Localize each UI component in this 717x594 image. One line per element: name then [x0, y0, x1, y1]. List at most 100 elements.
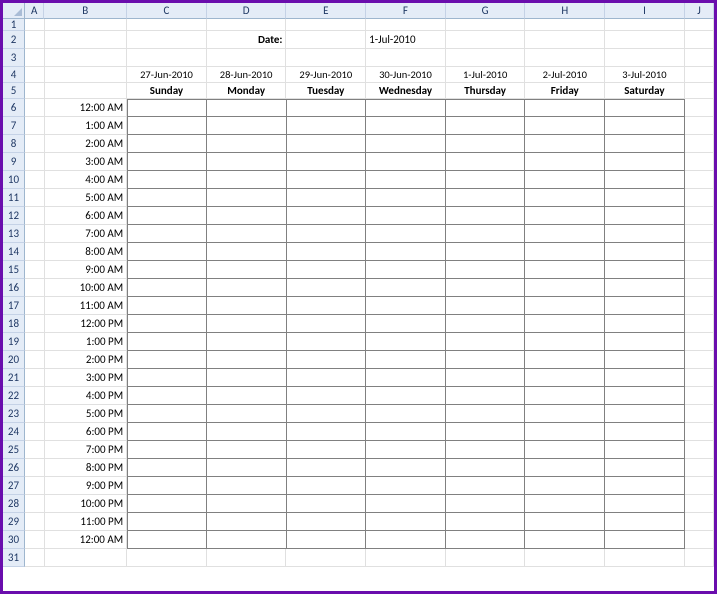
cell-F14[interactable] — [366, 243, 446, 261]
cell-C13[interactable] — [127, 225, 207, 243]
cell-E5[interactable]: Tuesday — [286, 83, 366, 99]
cell-C31[interactable] — [127, 549, 207, 567]
cell-J10[interactable] — [685, 171, 714, 189]
cell-F7[interactable] — [366, 117, 446, 135]
cell-H15[interactable] — [525, 261, 605, 279]
col-header-D[interactable]: D — [207, 3, 287, 19]
cell-I27[interactable] — [605, 477, 685, 495]
cell-F17[interactable] — [366, 297, 446, 315]
row-header-20[interactable]: 20 — [3, 351, 25, 369]
col-header-C[interactable]: C — [127, 3, 207, 19]
cell-I29[interactable] — [605, 513, 685, 531]
cell-I23[interactable] — [605, 405, 685, 423]
cell-J18[interactable] — [685, 315, 714, 333]
col-header-J[interactable]: J — [685, 3, 714, 19]
cell-F10[interactable] — [366, 171, 446, 189]
cell-G28[interactable] — [446, 495, 526, 513]
cell-A9[interactable] — [25, 153, 45, 171]
row-header-4[interactable]: 4 — [3, 67, 25, 83]
cell-B23[interactable]: 5:00 PM — [45, 405, 128, 423]
cell-D3[interactable] — [207, 49, 287, 67]
col-header-F[interactable]: F — [366, 3, 446, 19]
cell-F20[interactable] — [366, 351, 446, 369]
cell-I18[interactable] — [605, 315, 685, 333]
cell-D9[interactable] — [207, 153, 287, 171]
cell-E18[interactable] — [287, 315, 367, 333]
cell-B3[interactable] — [45, 49, 128, 67]
cell-G17[interactable] — [446, 297, 526, 315]
cell-E16[interactable] — [287, 279, 367, 297]
row-header-9[interactable]: 9 — [3, 153, 25, 171]
cell-H3[interactable] — [525, 49, 605, 67]
cell-B24[interactable]: 6:00 PM — [45, 423, 128, 441]
cell-J1[interactable] — [685, 19, 714, 31]
col-header-G[interactable]: G — [446, 3, 526, 19]
row-header-18[interactable]: 18 — [3, 315, 25, 333]
row-header-6[interactable]: 6 — [3, 99, 25, 117]
cell-D20[interactable] — [207, 351, 287, 369]
cell-J25[interactable] — [685, 441, 714, 459]
cell-H9[interactable] — [525, 153, 605, 171]
cell-I6[interactable] — [605, 99, 685, 117]
cell-I17[interactable] — [605, 297, 685, 315]
cell-D22[interactable] — [207, 387, 287, 405]
cell-H11[interactable] — [525, 189, 605, 207]
cell-C26[interactable] — [127, 459, 207, 477]
cell-A23[interactable] — [25, 405, 45, 423]
cell-E31[interactable] — [286, 549, 366, 567]
cell-I12[interactable] — [605, 207, 685, 225]
cell-I9[interactable] — [605, 153, 685, 171]
row-header-17[interactable]: 17 — [3, 297, 25, 315]
cell-I7[interactable] — [605, 117, 685, 135]
cell-A31[interactable] — [25, 549, 45, 567]
cell-D6[interactable] — [207, 99, 287, 117]
cell-E2[interactable] — [286, 31, 366, 49]
cell-I21[interactable] — [605, 369, 685, 387]
cell-J31[interactable] — [685, 549, 714, 567]
cell-J12[interactable] — [685, 207, 714, 225]
cell-E27[interactable] — [287, 477, 367, 495]
cell-J19[interactable] — [685, 333, 714, 351]
cell-H29[interactable] — [525, 513, 605, 531]
cell-A15[interactable] — [25, 261, 45, 279]
cell-G31[interactable] — [446, 549, 526, 567]
cell-G29[interactable] — [446, 513, 526, 531]
cell-E20[interactable] — [287, 351, 367, 369]
cell-H6[interactable] — [525, 99, 605, 117]
cell-G7[interactable] — [446, 117, 526, 135]
cell-B21[interactable]: 3:00 PM — [45, 369, 128, 387]
cell-F11[interactable] — [366, 189, 446, 207]
cell-J17[interactable] — [685, 297, 714, 315]
cell-B13[interactable]: 7:00 AM — [45, 225, 128, 243]
cell-G11[interactable] — [446, 189, 526, 207]
cell-G10[interactable] — [446, 171, 526, 189]
cell-E6[interactable] — [287, 99, 367, 117]
cell-A2[interactable] — [25, 31, 45, 49]
cell-F2[interactable]: 1-Jul-2010 — [366, 31, 446, 49]
cell-I25[interactable] — [605, 441, 685, 459]
cell-E26[interactable] — [287, 459, 367, 477]
cell-B10[interactable]: 4:00 AM — [45, 171, 128, 189]
cell-B18[interactable]: 12:00 PM — [45, 315, 128, 333]
cell-D1[interactable] — [207, 19, 287, 31]
cell-C11[interactable] — [127, 189, 207, 207]
cell-E4[interactable]: 29-Jun-2010 — [286, 67, 366, 83]
cell-D28[interactable] — [207, 495, 287, 513]
cell-G24[interactable] — [446, 423, 526, 441]
cell-D8[interactable] — [207, 135, 287, 153]
cell-C22[interactable] — [127, 387, 207, 405]
cell-C28[interactable] — [127, 495, 207, 513]
cell-I5[interactable]: Saturday — [605, 83, 685, 99]
cell-D12[interactable] — [207, 207, 287, 225]
cell-C6[interactable] — [127, 99, 207, 117]
cell-E29[interactable] — [287, 513, 367, 531]
cell-F15[interactable] — [366, 261, 446, 279]
cell-D31[interactable] — [207, 549, 287, 567]
cell-C27[interactable] — [127, 477, 207, 495]
row-header-25[interactable]: 25 — [3, 441, 25, 459]
cell-H2[interactable] — [525, 31, 605, 49]
cell-J30[interactable] — [685, 531, 714, 549]
cell-I31[interactable] — [605, 549, 685, 567]
cell-D25[interactable] — [207, 441, 287, 459]
cell-B30[interactable]: 12:00 AM — [45, 531, 128, 549]
